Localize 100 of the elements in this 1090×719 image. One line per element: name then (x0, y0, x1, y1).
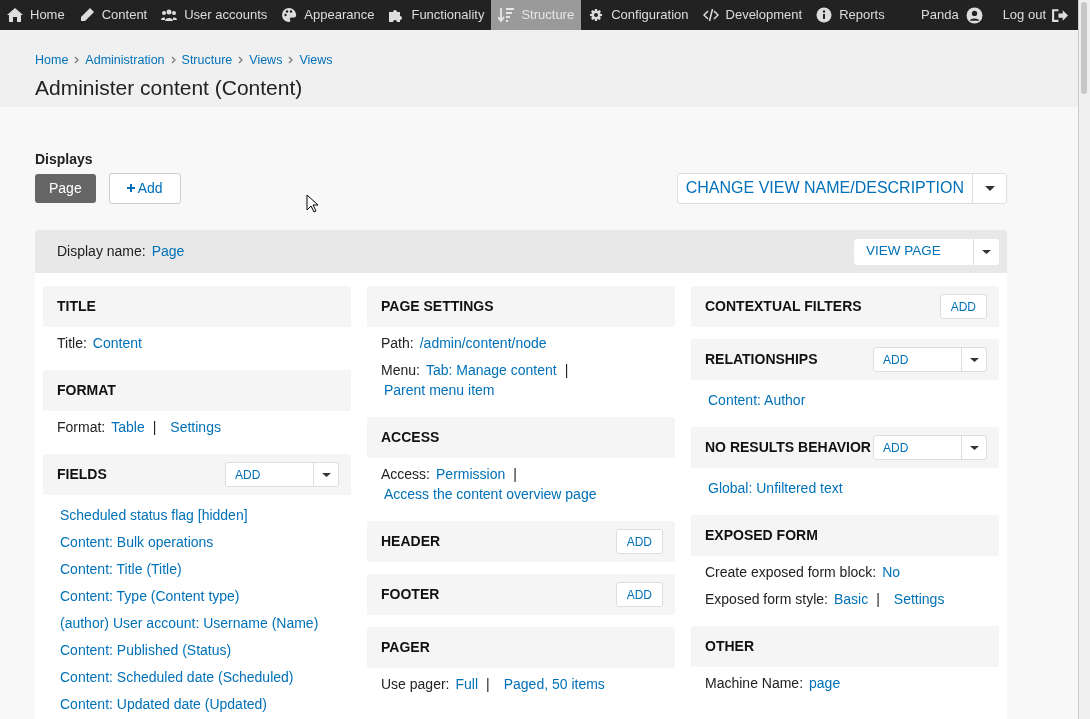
add-display-button[interactable]: Add (108, 172, 181, 204)
display-name-link[interactable]: Page (151, 241, 185, 262)
field-label: Menu: (381, 361, 420, 380)
info-icon (816, 7, 833, 23)
list-item-link[interactable]: Content: Published (Status) (60, 640, 232, 660)
add-button[interactable]: ADD (615, 529, 663, 554)
caret-icon (321, 472, 331, 477)
section-title: NO RESULTS BEHAVIOR (705, 438, 871, 457)
setting-link[interactable]: Basic (833, 589, 869, 609)
toolbar-tab[interactable]: Reports (809, 0, 892, 30)
sort-icon (498, 7, 515, 23)
list-item-link[interactable]: Content: Updated date (Updated) (60, 694, 268, 714)
field-label: Title: (57, 334, 87, 353)
field-label: Access: (381, 465, 430, 484)
displays-heading: Displays (35, 150, 94, 169)
toolbar-tab[interactable]: User accounts (154, 0, 275, 30)
chevron-icon (238, 56, 244, 65)
setting-link[interactable]: Tab: Manage content (425, 360, 557, 380)
chevron-icon (74, 56, 80, 65)
home-icon (7, 7, 23, 23)
caret-icon (984, 185, 995, 191)
section-title: RELATIONSHIPS (705, 350, 818, 369)
view-page-button[interactable]: VIEW PAGE (854, 238, 974, 265)
list-item-link[interactable]: (author) User account: Username (Name) (60, 613, 319, 633)
add-button[interactable]: ADD (874, 436, 962, 459)
breadcrumb-link[interactable]: Structure (181, 51, 233, 70)
toolbar-tab[interactable]: Appearance (274, 0, 382, 30)
add-button[interactable]: ADD (226, 463, 314, 486)
setting-link[interactable]: Full (455, 674, 479, 694)
list-item-link[interactable]: Content: Type (Content type) (60, 586, 240, 606)
setting-link[interactable]: page (809, 673, 841, 693)
field-label: Machine Name: (705, 674, 804, 693)
field-label: Path: (381, 334, 414, 353)
add-button[interactable]: ADD (939, 294, 987, 319)
separator: | (564, 361, 569, 380)
display-tab[interactable]: Page (35, 173, 96, 203)
list-item-link[interactable]: Content: Bulk operations (60, 532, 214, 552)
section-title: CONTEXTUAL FILTERS (705, 297, 862, 316)
logout-link[interactable]: Log out (992, 0, 1078, 30)
field-label: Exposed form style: (705, 590, 828, 609)
section-title: PAGE SETTINGS (381, 297, 494, 316)
scrollbar-thumb[interactable] (1081, 2, 1087, 94)
scrollbar[interactable] (1078, 0, 1090, 719)
add-button[interactable]: ADD (615, 582, 663, 607)
separator: | (876, 590, 880, 609)
section-title: FIELDS (57, 465, 107, 484)
section-title: FOOTER (381, 585, 440, 604)
add-split-button[interactable]: ADD (225, 462, 339, 487)
separator: | (152, 418, 157, 437)
field-label: Create exposed form block: (705, 563, 877, 582)
setting-link[interactable]: /admin/content/node (419, 333, 547, 353)
toolbar-tab[interactable]: Configuration (581, 0, 696, 30)
setting-link[interactable]: Settings (170, 417, 221, 437)
list-item-link[interactable]: Global: Unfiltered text (708, 478, 843, 498)
list-item-link[interactable]: Content: Scheduled date (Scheduled) (60, 667, 294, 687)
user-menu-link[interactable]: Panda (911, 0, 993, 30)
breadcrumb-link[interactable]: Views (299, 51, 333, 70)
logout-icon (1051, 6, 1068, 24)
breadcrumb-link[interactable]: Administration (85, 51, 165, 70)
add-button[interactable]: ADD (874, 348, 962, 371)
caret-icon (969, 445, 979, 450)
setting-link[interactable]: Content (92, 333, 142, 353)
add-split-button[interactable]: ADD (873, 347, 987, 372)
list-item-link[interactable]: Scheduled status flag [hidden] (60, 505, 248, 525)
field-label: Format: (57, 418, 106, 437)
setting-link[interactable]: Paged, 50 items (503, 674, 605, 694)
add-split-button[interactable]: ADD (873, 435, 987, 460)
toolbar-tab[interactable]: Home (0, 0, 72, 30)
setting-link[interactable]: Access the content overview page (384, 484, 597, 504)
toolbar-tab[interactable]: Functionality (381, 0, 492, 30)
change-view-button[interactable]: CHANGE VIEW NAME/DESCRIPTION (677, 173, 973, 203)
view-page-split-button[interactable]: VIEW PAGE (854, 238, 999, 265)
setting-link[interactable]: Settings (893, 589, 945, 609)
caret-icon (982, 249, 991, 254)
page-title: Administer content (Content) (35, 74, 304, 101)
pencil-icon (78, 7, 95, 23)
change-view-split-button[interactable]: CHANGE VIEW NAME/DESCRIPTION (676, 172, 1007, 204)
section-title: ACCESS (381, 428, 440, 447)
breadcrumb-link[interactable]: Views (249, 51, 283, 70)
section-title: HEADER (381, 532, 441, 551)
section-title: TITLE (57, 297, 96, 316)
setting-link[interactable]: Permission (436, 464, 506, 484)
separator: | (513, 465, 517, 484)
setting-link[interactable]: Table (111, 417, 145, 437)
section-title: PAGER (381, 638, 430, 657)
section-title: OTHER (705, 637, 754, 656)
chevron-icon (170, 56, 176, 65)
setting-link[interactable]: Parent menu item (384, 380, 495, 400)
breadcrumb-link[interactable]: Home (35, 51, 69, 70)
list-item-link[interactable]: Content: Author (708, 390, 806, 410)
setting-link[interactable]: No (882, 562, 901, 582)
user-icon (965, 6, 983, 24)
users-icon (161, 7, 178, 23)
list-item-link[interactable]: Content: Title (Title) (60, 559, 182, 579)
chevron-icon (288, 56, 294, 65)
plus-icon (126, 184, 135, 192)
toolbar-tab[interactable]: Development (695, 0, 810, 30)
field-label: Use pager: (381, 675, 450, 694)
puzzle-icon (388, 7, 405, 23)
toolbar-tab[interactable]: Content (71, 0, 155, 30)
